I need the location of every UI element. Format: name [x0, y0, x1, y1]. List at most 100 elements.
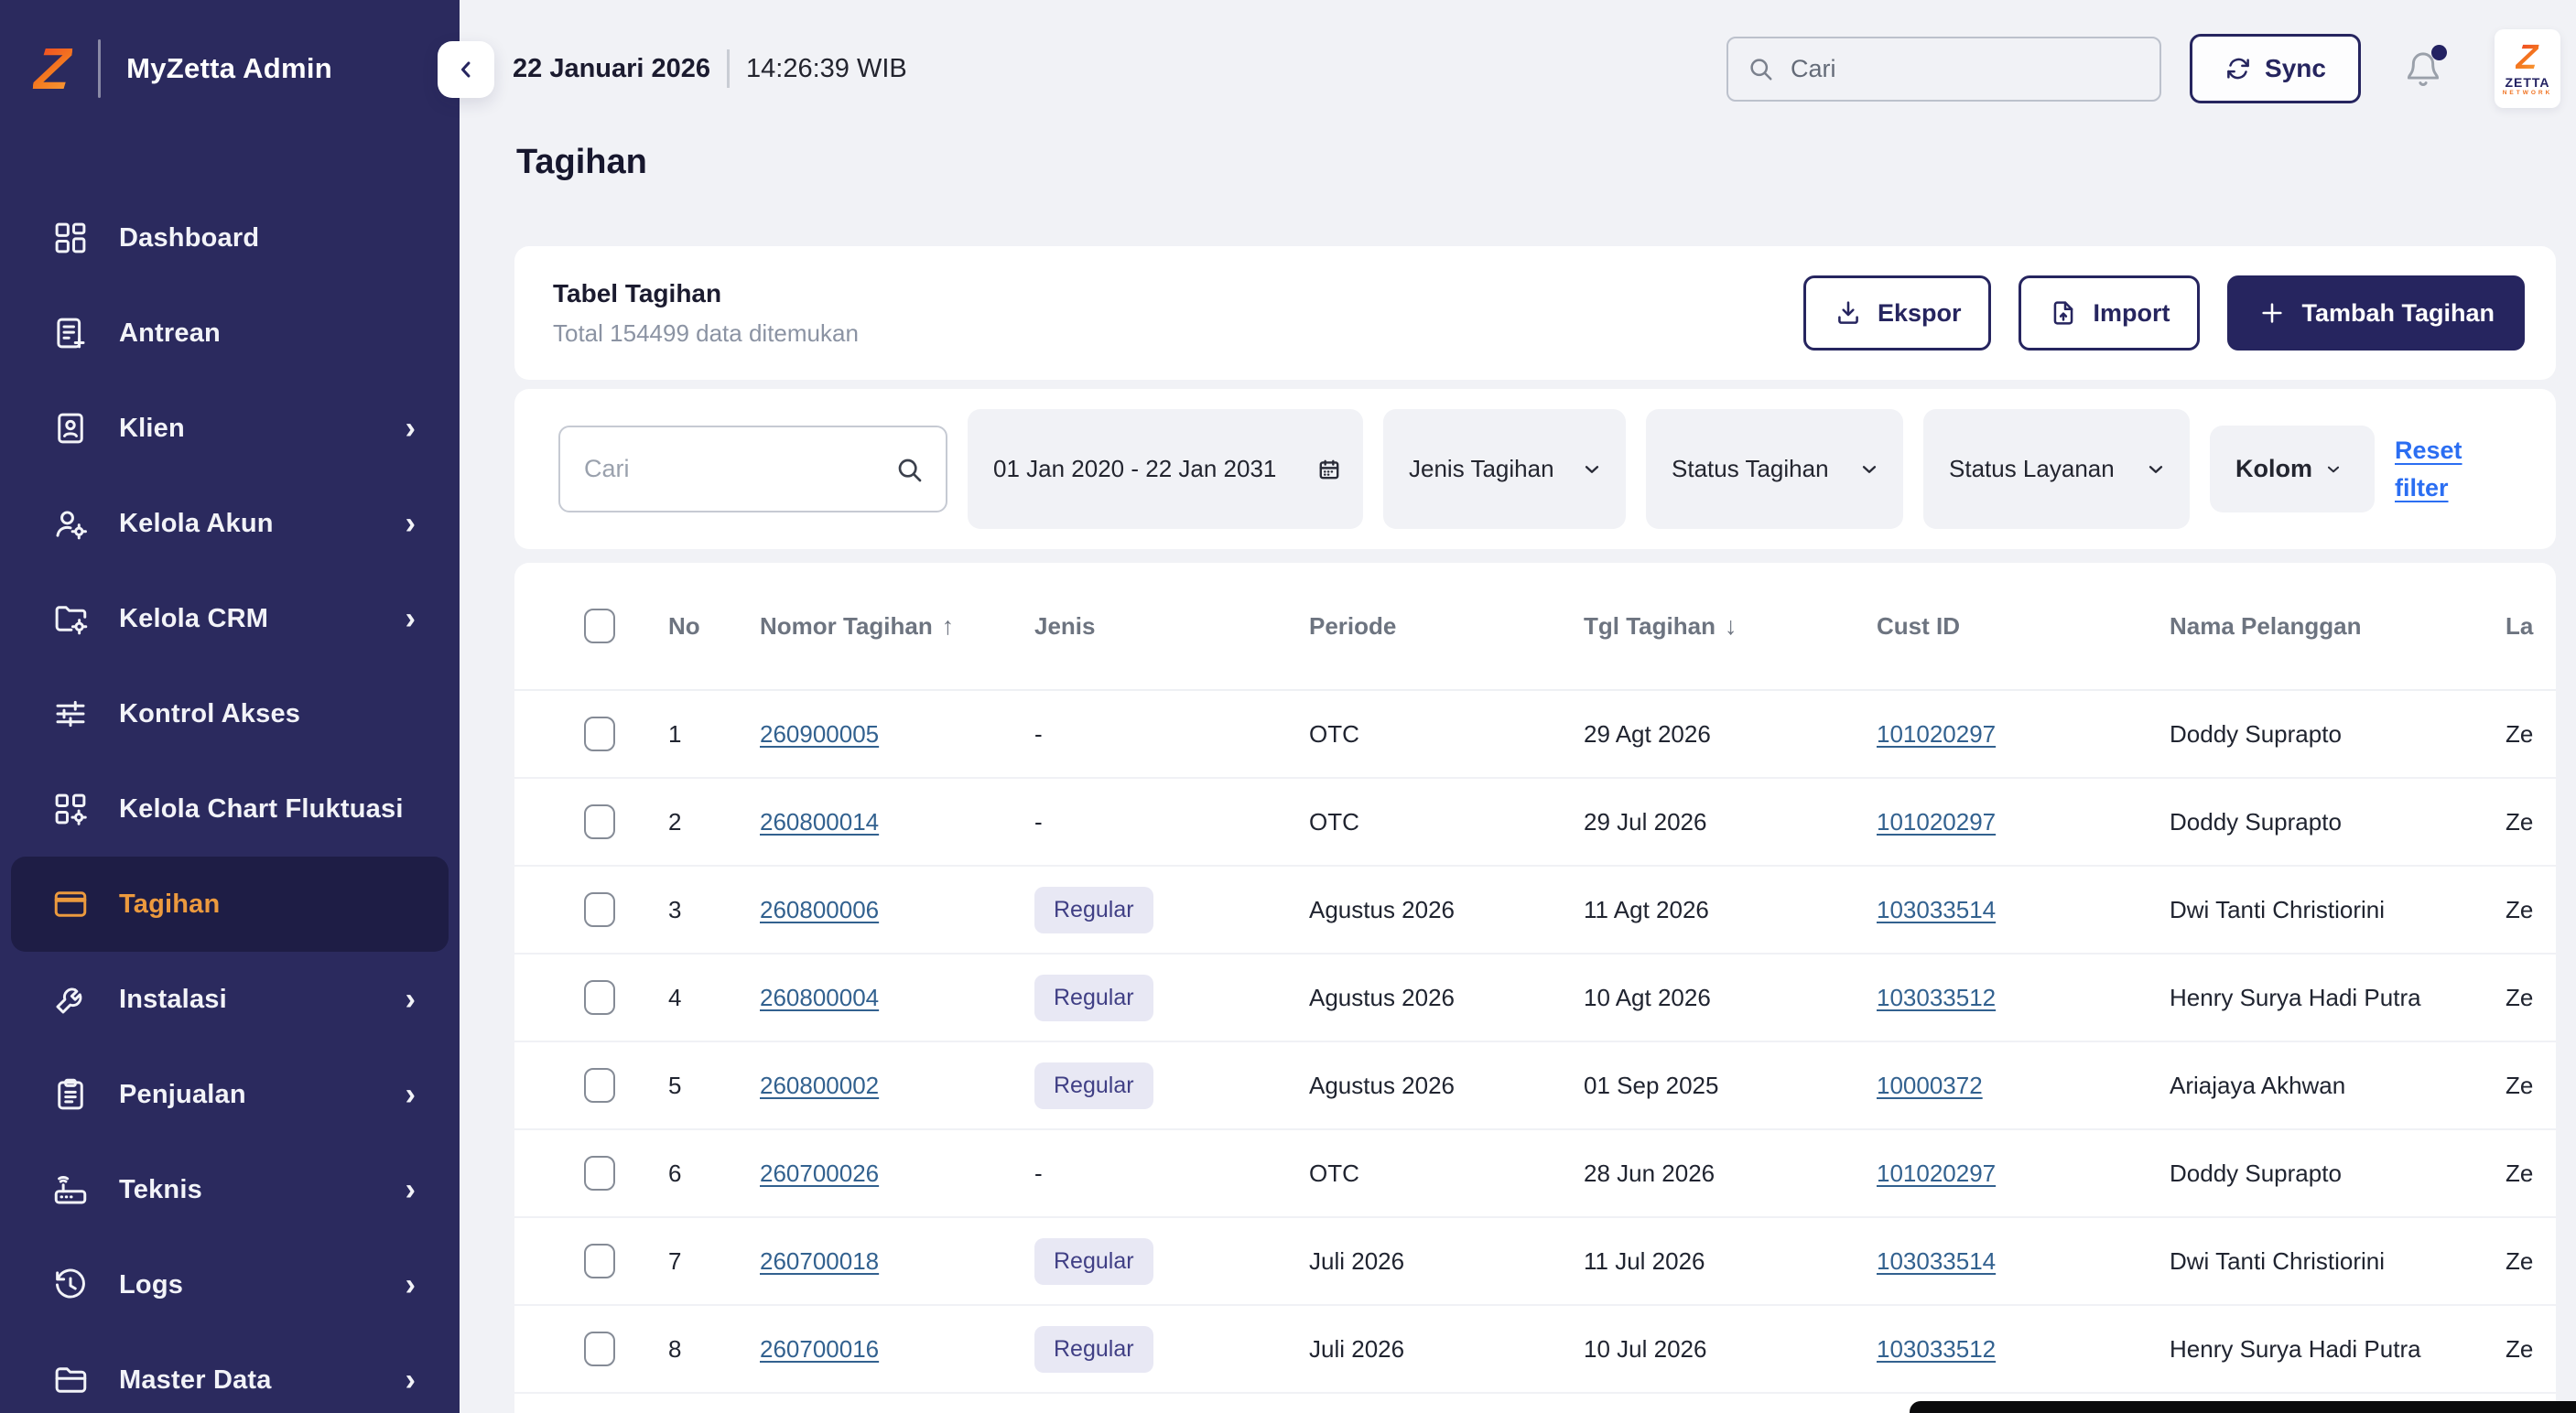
sidebar-item[interactable]: Tagihan — [11, 857, 449, 952]
column-header[interactable]: No — [668, 612, 760, 641]
customer-id-link[interactable]: 103033514 — [1877, 896, 1996, 924]
sidebar-item-label: Tagihan — [119, 890, 220, 920]
period-cell: Juli 2026 — [1309, 1335, 1584, 1364]
row-checkbox[interactable] — [584, 980, 615, 1015]
invoice-type-badge: - — [1034, 808, 1309, 836]
row-checkbox[interactable] — [584, 892, 615, 927]
column-header[interactable]: Periode — [1309, 612, 1584, 641]
kontrol-akses-icon — [51, 695, 90, 733]
row-checkbox[interactable] — [584, 1332, 615, 1366]
status-layanan-dropdown[interactable]: Status Layanan — [1923, 409, 2190, 529]
customer-id-link[interactable]: 10000372 — [1877, 1072, 1983, 1100]
service-cell: Ze — [2506, 808, 2556, 836]
column-header[interactable]: Cust ID — [1877, 612, 2170, 641]
row-checkbox[interactable] — [584, 1068, 615, 1103]
klien-icon — [51, 409, 90, 448]
column-header[interactable]: Jenis — [1034, 612, 1309, 641]
sidebar-item[interactable]: Teknis › — [11, 1142, 449, 1237]
select-all-checkbox[interactable] — [584, 609, 615, 643]
row-checkbox[interactable] — [584, 804, 615, 839]
row-number: 6 — [668, 1160, 760, 1188]
sidebar-item[interactable]: Klien › — [11, 381, 449, 476]
period-cell: OTC — [1309, 720, 1584, 749]
sync-button[interactable]: Sync — [2190, 34, 2361, 103]
sidebar-item[interactable]: Dashboard — [11, 190, 449, 286]
bottom-right-overlay — [1910, 1401, 2576, 1413]
customer-id-link[interactable]: 101020297 — [1877, 1160, 1996, 1188]
export-button[interactable]: Ekspor — [1803, 275, 1992, 351]
service-cell: Ze — [2506, 984, 2556, 1012]
chevron-right-icon: › — [406, 1269, 416, 1300]
current-time: 14:26:39 WIB — [746, 54, 907, 84]
invoice-number-link[interactable]: 260800002 — [760, 1072, 879, 1100]
customer-id-link[interactable]: 101020297 — [1877, 720, 1996, 749]
table-header-card: Tabel Tagihan Total 154499 data ditemuka… — [514, 246, 2556, 380]
table-row: 7 260700018 Regular Juli 2026 11 Jul 202… — [514, 1218, 2556, 1306]
invoice-number-link[interactable]: 260900005 — [760, 720, 879, 749]
table-actions: Ekspor Import Tambah Tagihan — [1803, 275, 2525, 351]
column-header-label: Nama Pelanggan — [2170, 612, 2362, 641]
table-row: 3 260800006 Regular Agustus 2026 11 Agt … — [514, 867, 2556, 955]
billing-table-card: No Nomor Tagihan ↑ Jenis — [514, 563, 2556, 1413]
invoice-number-link[interactable]: 260800006 — [760, 896, 879, 924]
add-invoice-button[interactable]: Tambah Tagihan — [2227, 275, 2525, 351]
sidebar-item[interactable]: Antrean — [11, 286, 449, 381]
table-row: 6 260700026 - OTC 28 Jun 2026 101020297 … — [514, 1130, 2556, 1218]
sidebar-item[interactable]: Logs › — [11, 1237, 449, 1332]
date-range-filter[interactable]: 01 Jan 2020 - 22 Jan 2031 — [968, 409, 1363, 529]
customer-id-link[interactable]: 103033512 — [1877, 1335, 1996, 1364]
invoice-number-link[interactable]: 260800014 — [760, 808, 879, 836]
sidebar-item[interactable]: Penjualan › — [11, 1047, 449, 1142]
sidebar-item[interactable]: Instalasi › — [11, 952, 449, 1047]
kolom-dropdown[interactable]: Kolom — [2210, 426, 2375, 512]
column-header-label: No — [668, 612, 700, 641]
reset-filter-link[interactable]: Reset filter — [2395, 432, 2486, 506]
period-cell: OTC — [1309, 808, 1584, 836]
global-search-input[interactable] — [1791, 55, 2141, 83]
invoice-number-link[interactable]: 260800004 — [760, 984, 879, 1012]
chevron-right-icon: › — [406, 1079, 416, 1110]
customer-name-cell: Ariajaya Akhwan — [2170, 1072, 2506, 1100]
invoice-date-cell: 29 Jul 2026 — [1584, 808, 1877, 836]
table-search-input[interactable] — [584, 455, 894, 483]
sidebar-item[interactable]: Kelola CRM › — [11, 571, 449, 666]
jenis-tagihan-dropdown[interactable]: Jenis Tagihan — [1383, 409, 1626, 529]
global-search — [1726, 37, 2161, 102]
invoice-number-link[interactable]: 260700018 — [760, 1247, 879, 1276]
row-number: 1 — [668, 720, 760, 749]
row-checkbox[interactable] — [584, 717, 615, 751]
tagihan-icon — [51, 885, 90, 923]
sidebar-item-label: Kelola Chart Fluktuasi — [119, 794, 404, 825]
row-checkbox[interactable] — [584, 1156, 615, 1191]
sidebar-item[interactable]: Kelola Chart Fluktuasi — [11, 761, 449, 857]
row-checkbox[interactable] — [584, 1244, 615, 1278]
app-title: MyZetta Admin — [126, 52, 332, 85]
zetta-network-logo[interactable]: Z ZETTA NETWORK — [2495, 29, 2560, 108]
notifications-button[interactable] — [2403, 47, 2443, 91]
filter-bar-card: 01 Jan 2020 - 22 Jan 2031 Jenis Tagihan … — [514, 389, 2556, 549]
invoice-number-link[interactable]: 260700016 — [760, 1335, 879, 1364]
customer-id-link[interactable]: 103033514 — [1877, 1247, 1996, 1276]
customer-id-link[interactable]: 103033512 — [1877, 984, 1996, 1012]
column-header[interactable]: Nomor Tagihan ↑ — [760, 612, 1034, 641]
customer-id-link[interactable]: 101020297 — [1877, 808, 1996, 836]
sidebar-collapse-button[interactable] — [438, 41, 494, 98]
sidebar-item-label: Instalasi — [119, 985, 227, 1015]
sidebar-item[interactable]: Master Data › — [11, 1332, 449, 1413]
instalasi-icon — [51, 980, 90, 1019]
import-button[interactable]: Import — [2019, 275, 2200, 351]
invoice-date-cell: 11 Jul 2026 — [1584, 1247, 1877, 1276]
invoice-date-cell: 11 Agt 2026 — [1584, 896, 1877, 924]
sidebar-item[interactable]: Kelola Akun › — [11, 476, 449, 571]
column-header[interactable]: La — [2506, 612, 2556, 641]
chevron-right-icon: › — [406, 603, 416, 634]
status-tagihan-dropdown[interactable]: Status Tagihan — [1646, 409, 1903, 529]
service-cell: Ze — [2506, 1072, 2556, 1100]
column-header-label: Tgl Tagihan — [1584, 612, 1716, 641]
brand-divider — [98, 39, 101, 98]
invoice-number-link[interactable]: 260700026 — [760, 1160, 879, 1188]
logs-icon — [51, 1266, 90, 1304]
sidebar-item[interactable]: Kontrol Akses — [11, 666, 449, 761]
column-header[interactable]: Nama Pelanggan — [2170, 612, 2506, 641]
column-header[interactable]: Tgl Tagihan ↓ — [1584, 612, 1877, 641]
